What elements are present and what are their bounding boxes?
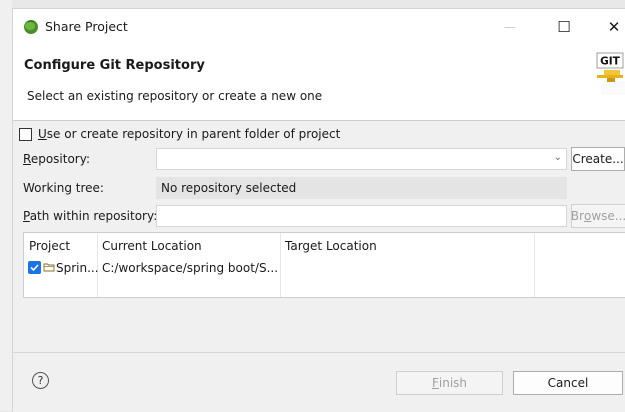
projects-table[interactable]: Project Current Location Target Location… <box>23 232 625 298</box>
wizard-title: Configure Git Repository <box>24 58 205 73</box>
cancel-button-label: Cancel <box>547 376 589 390</box>
path-label-mnemonic: P <box>23 209 30 223</box>
table-cell-current-location[interactable]: C:/workspace/spring boot/S... <box>102 261 278 275</box>
browse-button[interactable]: Br o wse... <box>571 204 625 228</box>
use-parent-folder-text: se or create repository in parent folder… <box>46 127 341 141</box>
cancel-button[interactable]: Cancel <box>513 371 623 395</box>
use-parent-folder-checkbox[interactable] <box>19 128 32 141</box>
column-header-current-location[interactable]: Current Location <box>102 239 202 253</box>
column-header-project[interactable]: Project <box>29 239 70 253</box>
finish-button[interactable]: Finish <box>396 371 503 395</box>
background-window-strip <box>0 0 12 411</box>
column-header-target-location[interactable]: Target Location <box>285 239 377 253</box>
create-button-label: Create... <box>572 152 624 166</box>
wizard-description: Select an existing repository or create … <box>27 89 323 103</box>
title-bar[interactable]: Share Project — ☐ ✕ <box>13 9 625 45</box>
use-parent-folder-label[interactable]: Use or create repository in parent folde… <box>38 127 340 141</box>
minimize-icon: — <box>504 20 516 34</box>
help-icon-glyph: ? <box>37 374 44 387</box>
close-button[interactable]: ✕ <box>591 9 625 45</box>
wizard-header: Configure Git Repository Select an exist… <box>13 45 625 121</box>
maximize-button[interactable]: ☐ <box>541 9 587 45</box>
maximize-icon: ☐ <box>557 18 571 36</box>
git-wizard-icon: GIT <box>596 52 625 95</box>
working-tree-label: Working tree: <box>23 181 104 195</box>
create-button[interactable]: Create... <box>571 147 625 171</box>
use-parent-folder-mnemonic: U <box>38 127 47 141</box>
share-project-dialog: Share Project — ☐ ✕ Configure Git Reposi… <box>12 8 625 412</box>
table-cell-project[interactable]: Sprin... <box>56 261 99 275</box>
repository-label: Repository: <box>23 152 90 166</box>
eclipse-app-icon <box>24 20 38 34</box>
git-badge-text: GIT <box>600 56 621 68</box>
finish-button-label: inish <box>438 376 468 390</box>
repository-combo[interactable]: ⌄ <box>156 148 567 170</box>
column-divider <box>280 233 281 297</box>
help-icon[interactable]: ? <box>32 372 49 389</box>
project-folder-icon <box>43 263 55 272</box>
column-divider <box>534 233 535 297</box>
close-icon: ✕ <box>607 18 621 36</box>
browse-button-end: wse... <box>591 209 625 223</box>
finish-button-mnemonic: F <box>431 376 439 390</box>
path-label: Path within repository: <box>23 209 157 223</box>
minimize-button[interactable]: — <box>487 9 533 45</box>
project-row-checkbox[interactable] <box>28 261 41 274</box>
repository-label-mnemonic: R <box>23 152 31 166</box>
path-input[interactable] <box>156 205 567 227</box>
path-label-text: ath within repository: <box>29 209 158 223</box>
working-tree-value: No repository selected <box>161 181 297 195</box>
footer-separator <box>13 352 625 353</box>
chevron-down-icon[interactable]: ⌄ <box>554 152 562 163</box>
browse-button-mnemonic: o <box>583 209 592 223</box>
browse-button-start: Br <box>570 209 584 223</box>
window-title: Share Project <box>45 19 128 34</box>
repository-label-text: epository: <box>30 152 90 166</box>
